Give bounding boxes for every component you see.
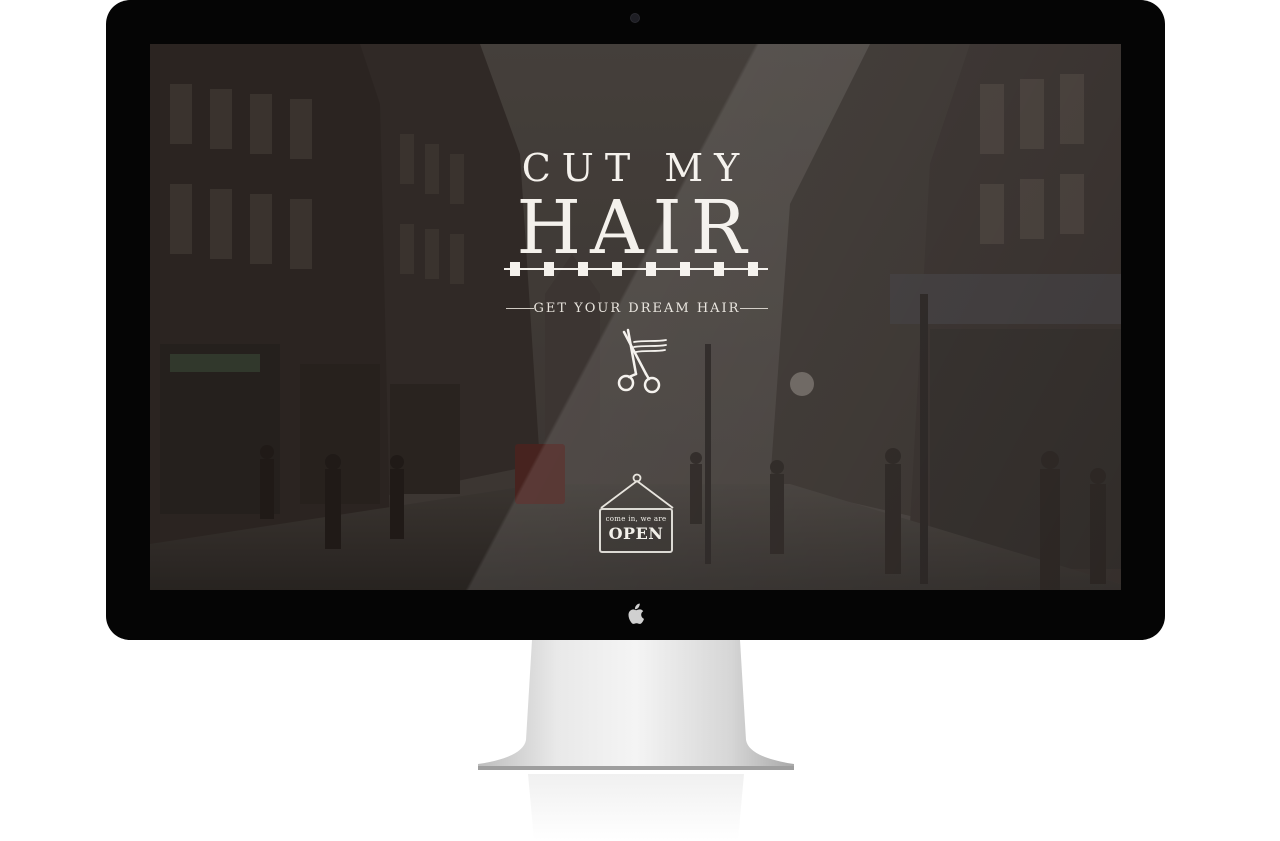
- tagline-row: GET YOUR DREAM HAIR: [506, 299, 768, 317]
- open-sign: come in, we are OPEN: [599, 508, 673, 553]
- sign-hanger: [600, 473, 674, 509]
- tagline-rule-left: [506, 307, 534, 309]
- open-sign-label: OPEN: [608, 524, 664, 543]
- monitor-stand: [478, 640, 794, 840]
- website-screen: CUT MY HAIR GET YOUR DREAM HAIR come in,…: [150, 44, 1121, 590]
- comb-teeth-decoration: [504, 262, 768, 276]
- hero-section: CUT MY HAIR GET YOUR DREAM HAIR come in,…: [150, 44, 1121, 590]
- open-sign-caption: come in, we are: [605, 515, 667, 523]
- title-line-2: HAIR: [516, 185, 756, 271]
- apple-logo-icon: [628, 603, 644, 624]
- scissors-icon: [617, 328, 667, 394]
- camera-dot: [631, 14, 639, 22]
- tagline: GET YOUR DREAM HAIR: [533, 300, 741, 316]
- title-line-1: CUT MY: [521, 146, 751, 190]
- monitor-mockup: CUT MY HAIR GET YOUR DREAM HAIR come in,…: [0, 0, 1280, 841]
- tagline-rule-right: [740, 307, 768, 309]
